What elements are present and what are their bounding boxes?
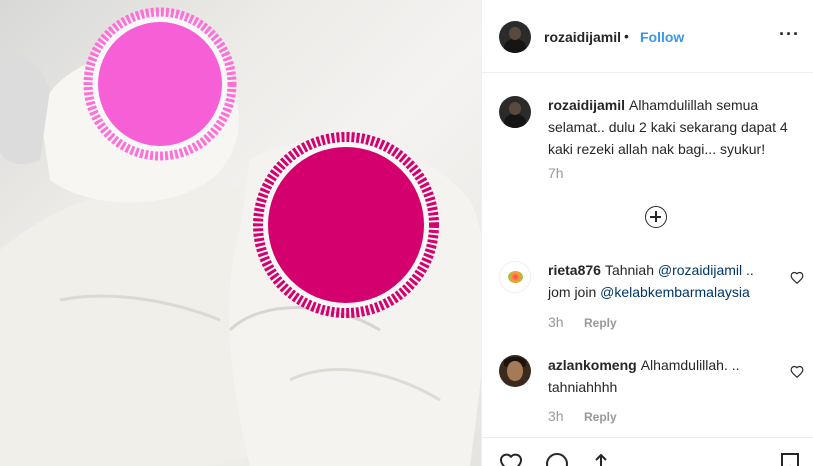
post-sidebar: rozaidijamil • Follow ··· rozaidijamil Al…	[481, 0, 813, 466]
more-options-icon[interactable]: ···	[779, 24, 800, 45]
post-photo[interactable]	[0, 0, 481, 466]
share-icon[interactable]	[588, 452, 614, 466]
mention-link[interactable]: @rozaidijamil	[658, 262, 742, 278]
like-comment-heart-icon[interactable]	[790, 271, 804, 285]
comment-text: Tahniah	[604, 262, 654, 278]
comment-username[interactable]: rieta876	[548, 262, 601, 278]
reply-button[interactable]: Reply	[584, 410, 617, 424]
header-separator: •	[624, 28, 629, 44]
like-comment-heart-icon[interactable]	[790, 365, 804, 379]
save-bookmark-icon[interactable]	[780, 452, 800, 466]
comment-time[interactable]: 3h	[548, 314, 564, 330]
face-sticker-magenta	[268, 147, 424, 303]
commenter-avatar[interactable]	[499, 261, 531, 293]
mention-link[interactable]: @kelabkembarmalaysia	[600, 284, 750, 300]
caption-username[interactable]: rozaidijamil	[548, 97, 625, 113]
comment-time[interactable]: 3h	[548, 408, 564, 424]
plus-circle-icon[interactable]	[645, 206, 667, 228]
commenter-avatar[interactable]	[499, 355, 531, 387]
comment-bubble-icon[interactable]	[544, 452, 570, 466]
comment-item: rieta876 Tahniah @rozaidijamil .. jom joi…	[548, 259, 798, 303]
cot-edge	[0, 56, 50, 165]
comment-username[interactable]: azlankomeng	[548, 357, 637, 373]
caption-avatar[interactable]	[499, 96, 531, 128]
twin-babies-photo	[0, 7, 481, 466]
follow-button[interactable]: Follow	[640, 29, 684, 45]
face-sticker-pink	[98, 22, 222, 146]
comment-item: azlankomeng Alhamdulillah. .. tahniahhhh	[548, 354, 798, 398]
like-heart-icon[interactable]	[498, 452, 524, 466]
author-avatar[interactable]	[499, 21, 531, 53]
post-header: rozaidijamil • Follow ···	[482, 0, 813, 73]
author-username[interactable]: rozaidijamil	[544, 29, 621, 45]
caption: rozaidijamil Alhamdulillah semua selamat.…	[548, 94, 798, 160]
reply-button[interactable]: Reply	[584, 316, 617, 330]
caption-time[interactable]: 7h	[548, 165, 564, 181]
post-action-bar	[482, 437, 813, 466]
